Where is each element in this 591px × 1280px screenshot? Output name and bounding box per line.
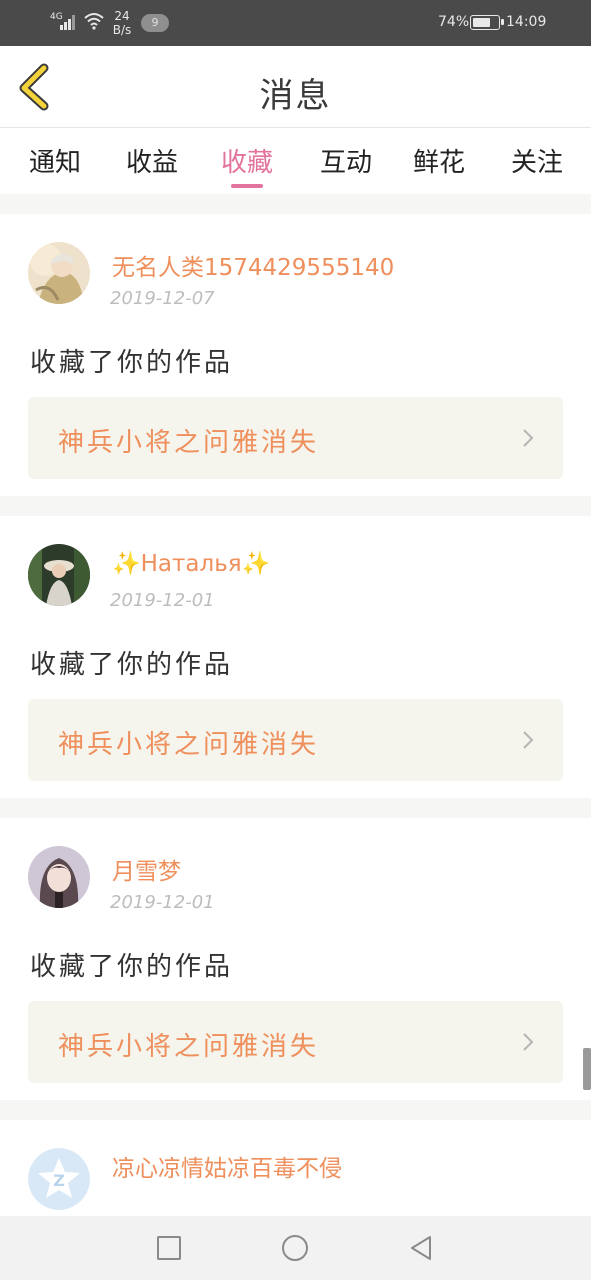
avatar[interactable]: Z bbox=[28, 1148, 90, 1210]
chevron-right-icon bbox=[523, 1033, 534, 1051]
scrollbar-thumb[interactable] bbox=[583, 1048, 591, 1090]
action-text: 收藏了你的作品 bbox=[30, 952, 234, 982]
message-date: 2019-12-01 bbox=[110, 892, 215, 913]
sparkle-icon: ✨ bbox=[241, 551, 271, 577]
chevron-right-icon bbox=[523, 731, 534, 749]
message-date: 2019-12-01 bbox=[110, 590, 215, 611]
speed-value: 24 bbox=[114, 9, 130, 23]
square-icon[interactable] bbox=[155, 1234, 183, 1262]
default-avatar-icon: Z bbox=[28, 1148, 90, 1210]
notification-badge: 9 bbox=[141, 14, 169, 32]
signal-icon bbox=[60, 14, 78, 30]
action-text: 收藏了你的作品 bbox=[30, 348, 234, 378]
work-title: 神兵小将之问雅消失 bbox=[58, 1032, 320, 1062]
sparkle-icon: ✨ bbox=[112, 551, 141, 577]
system-nav-bar bbox=[0, 1216, 591, 1280]
work-title: 神兵小将之问雅消失 bbox=[58, 730, 320, 760]
clock: 14:09 bbox=[506, 14, 547, 30]
username[interactable]: 月雪梦 bbox=[112, 852, 181, 886]
avatar-image bbox=[28, 242, 90, 304]
tab-notifications[interactable]: 通知 bbox=[20, 142, 90, 179]
message-date: 2019-12-07 bbox=[110, 288, 215, 309]
active-tab-indicator bbox=[231, 184, 263, 188]
triangle-back-icon[interactable] bbox=[407, 1234, 435, 1262]
page-title: 消息 bbox=[259, 76, 332, 116]
avatar[interactable] bbox=[28, 544, 90, 606]
tab-bar: 通知 收益 收藏 互动 鲜花 关注 bbox=[0, 128, 591, 194]
username[interactable]: 凉心凉情姑凉百毒不侵 bbox=[112, 1150, 382, 1188]
network-speed: 24 B/s bbox=[112, 9, 132, 37]
work-link[interactable]: 神兵小将之问雅消失 bbox=[28, 397, 563, 479]
speed-unit: B/s bbox=[112, 23, 132, 37]
message-card: 月雪梦 2019-12-01 收藏了你的作品 神兵小将之问雅消失 bbox=[0, 818, 591, 1100]
work-link[interactable]: 神兵小将之问雅消失 bbox=[28, 699, 563, 781]
avatar-image bbox=[28, 846, 90, 908]
tab-flowers[interactable]: 鲜花 bbox=[404, 142, 474, 179]
wifi-icon bbox=[84, 13, 104, 30]
work-link[interactable]: 神兵小将之问雅消失 bbox=[28, 1001, 563, 1083]
message-card: Z 凉心凉情姑凉百毒不侵 bbox=[0, 1120, 591, 1216]
battery-icon bbox=[470, 15, 504, 30]
avatar[interactable] bbox=[28, 242, 90, 304]
username[interactable]: 无名人类1574429555140 bbox=[112, 248, 394, 282]
status-bar: 4G 24 B/s 9 74% 14:09 bbox=[0, 0, 591, 46]
avatar-image bbox=[28, 544, 90, 606]
work-title: 神兵小将之问雅消失 bbox=[58, 428, 320, 458]
tab-earnings[interactable]: 收益 bbox=[117, 142, 187, 179]
chevron-right-icon bbox=[523, 429, 534, 447]
username[interactable]: ✨Наталья✨ bbox=[112, 550, 270, 577]
action-text: 收藏了你的作品 bbox=[30, 650, 234, 680]
circle-icon[interactable] bbox=[281, 1234, 309, 1262]
message-card: ✨Наталья✨ 2019-12-01 收藏了你的作品 神兵小将之问雅消失 bbox=[0, 516, 591, 798]
svg-text:Z: Z bbox=[53, 1171, 65, 1190]
message-card: 无名人类1574429555140 2019-12-07 收藏了你的作品 神兵小… bbox=[0, 214, 591, 496]
battery-percent: 74% bbox=[438, 14, 470, 30]
tab-following[interactable]: 关注 bbox=[502, 142, 572, 179]
tab-interactions[interactable]: 互动 bbox=[311, 142, 381, 179]
username-text: Наталья bbox=[140, 551, 242, 577]
app-header: 消息 bbox=[0, 46, 591, 128]
battery-fill bbox=[473, 18, 491, 27]
avatar[interactable] bbox=[28, 846, 90, 908]
tab-favorites[interactable]: 收藏 bbox=[212, 142, 282, 179]
